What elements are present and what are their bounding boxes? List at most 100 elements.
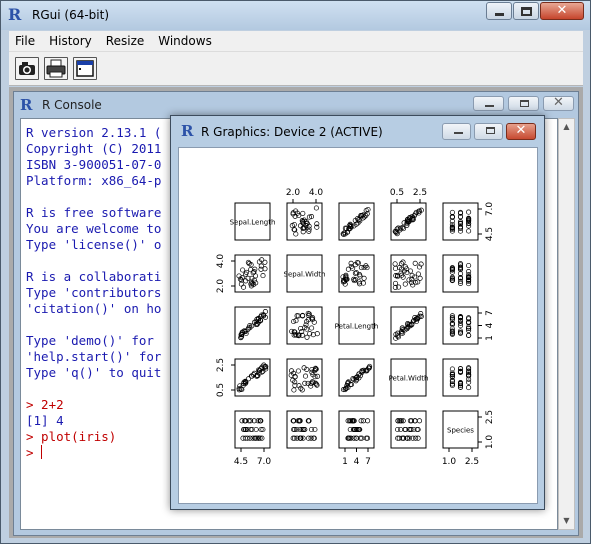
restore-icon — [520, 100, 529, 107]
menu-file[interactable]: File — [15, 34, 35, 48]
variable-label: Petal.Length — [335, 323, 379, 331]
scatter-point — [313, 205, 319, 211]
pairs-panel — [390, 254, 427, 293]
rgui-window: R RGui (64-bit) ✕ File History Resize Wi… — [0, 0, 591, 544]
panel-frame — [442, 254, 479, 293]
scatter-point — [245, 376, 252, 382]
scatter-point — [395, 426, 401, 433]
menu-history[interactable]: History — [49, 34, 92, 48]
open-script-button[interactable] — [15, 57, 39, 80]
variable-label: Petal.Width — [389, 375, 429, 383]
pairs-panel: Petal.Width — [389, 358, 429, 397]
pairs-panel — [234, 254, 271, 293]
axis-tick-label: 7.0 — [485, 202, 495, 217]
pairs-panel — [442, 202, 479, 241]
pairs-panel — [338, 410, 375, 449]
axis-tick-label: 7 — [485, 310, 495, 316]
scatter-point — [365, 418, 371, 424]
pairs-panel: Sepal.Length — [230, 202, 276, 241]
maximize-button[interactable] — [513, 2, 539, 20]
pairs-panel — [338, 254, 375, 293]
scroll-down-icon[interactable]: ▼ — [559, 513, 574, 529]
scatter-point — [245, 259, 251, 265]
scatter-point — [402, 281, 408, 287]
scatter-point — [293, 231, 299, 237]
variable-label: Sepal.Width — [284, 271, 326, 279]
pairs-panel — [442, 254, 479, 293]
scatter-point — [309, 325, 315, 331]
pairs-panel — [390, 306, 427, 345]
print-icon — [46, 59, 66, 78]
scatter-point — [260, 273, 266, 279]
graphics-title-bar[interactable]: R R Graphics: Device 2 (ACTIVE) ✕ — [171, 116, 544, 146]
scatter-point — [466, 209, 472, 215]
panel-frame — [234, 410, 271, 449]
scatter-point — [240, 267, 246, 273]
pairs-panel: Species — [442, 410, 479, 449]
axis-tick-label: 4 — [485, 322, 495, 328]
graphics-close-button[interactable]: ✕ — [506, 123, 536, 140]
pairs-panel — [338, 202, 375, 241]
console-restore-button[interactable] — [508, 96, 539, 111]
scatter-point — [416, 418, 423, 424]
variable-label: Species — [447, 427, 474, 435]
rgui-title-bar[interactable]: R RGui (64-bit) ✕ — [1, 1, 590, 30]
scatter-point — [449, 209, 455, 215]
axis-tick-label: 4 — [354, 457, 360, 467]
scatter-point — [302, 373, 309, 379]
minimize-button[interactable] — [486, 2, 512, 20]
window-title: RGui (64-bit) — [32, 8, 110, 22]
menu-bar: File History Resize Windows — [9, 31, 583, 52]
panel-frame — [442, 358, 479, 397]
axis-tick-label: 2.0 — [216, 279, 226, 294]
menu-resize[interactable]: Resize — [106, 34, 144, 48]
console-scrollbar[interactable]: ▲ ▼ — [558, 118, 575, 530]
r-logo-icon: R — [20, 96, 33, 114]
graphics-restore-button[interactable] — [474, 123, 503, 140]
scatter-point — [418, 311, 424, 317]
pairs-panel — [442, 358, 479, 397]
console-title: R Console — [42, 98, 102, 112]
menu-windows[interactable]: Windows — [158, 34, 212, 48]
pairs-panel — [234, 410, 271, 449]
variable-label: Sepal.Length — [230, 219, 276, 227]
close-button[interactable]: ✕ — [540, 2, 584, 20]
pairs-panel — [234, 306, 271, 345]
scatter-point — [291, 387, 297, 393]
axis-tick-label: 2.5 — [485, 410, 495, 424]
axis-tick-label: 1 — [342, 457, 348, 467]
scatter-point — [240, 284, 247, 290]
console-minimize-button[interactable] — [473, 96, 504, 111]
graphics-minimize-button[interactable] — [442, 123, 471, 140]
print-button[interactable] — [44, 57, 68, 80]
pairs-panel — [390, 410, 427, 449]
axis-tick-label: 1 — [485, 335, 495, 341]
scatter-point — [392, 261, 398, 267]
r-logo-icon: R — [181, 122, 194, 140]
axis-tick-label: 2.5 — [216, 358, 226, 372]
pairs-panel: Petal.Length — [335, 306, 379, 345]
scatter-point — [305, 380, 311, 386]
axis-tick-label: 4.5 — [234, 457, 248, 467]
pairs-panel — [286, 306, 323, 345]
axis-tick-label: 7 — [365, 457, 371, 467]
console-close-button[interactable]: ✕ — [543, 95, 574, 111]
pairs-panel: Sepal.Width — [284, 254, 326, 293]
axis-tick-label: 1.0 — [485, 435, 495, 450]
axis-tick-label: 4.5 — [485, 227, 495, 241]
scatter-point — [248, 267, 254, 273]
pairs-panel — [442, 306, 479, 345]
pairs-panel — [234, 358, 271, 397]
scatter-point — [295, 368, 301, 374]
scatter-point — [300, 210, 306, 216]
console-button[interactable] — [73, 57, 97, 80]
scatter-point — [308, 383, 314, 389]
close-icon: ✕ — [556, 3, 568, 18]
restore-icon — [486, 127, 495, 134]
pairs-panel — [286, 410, 323, 449]
axis-tick-label: 2.5 — [465, 457, 479, 467]
scroll-up-icon[interactable]: ▲ — [559, 119, 574, 135]
scatter-point — [392, 265, 399, 272]
pairs-panel — [390, 202, 427, 241]
maximize-icon — [521, 7, 532, 16]
